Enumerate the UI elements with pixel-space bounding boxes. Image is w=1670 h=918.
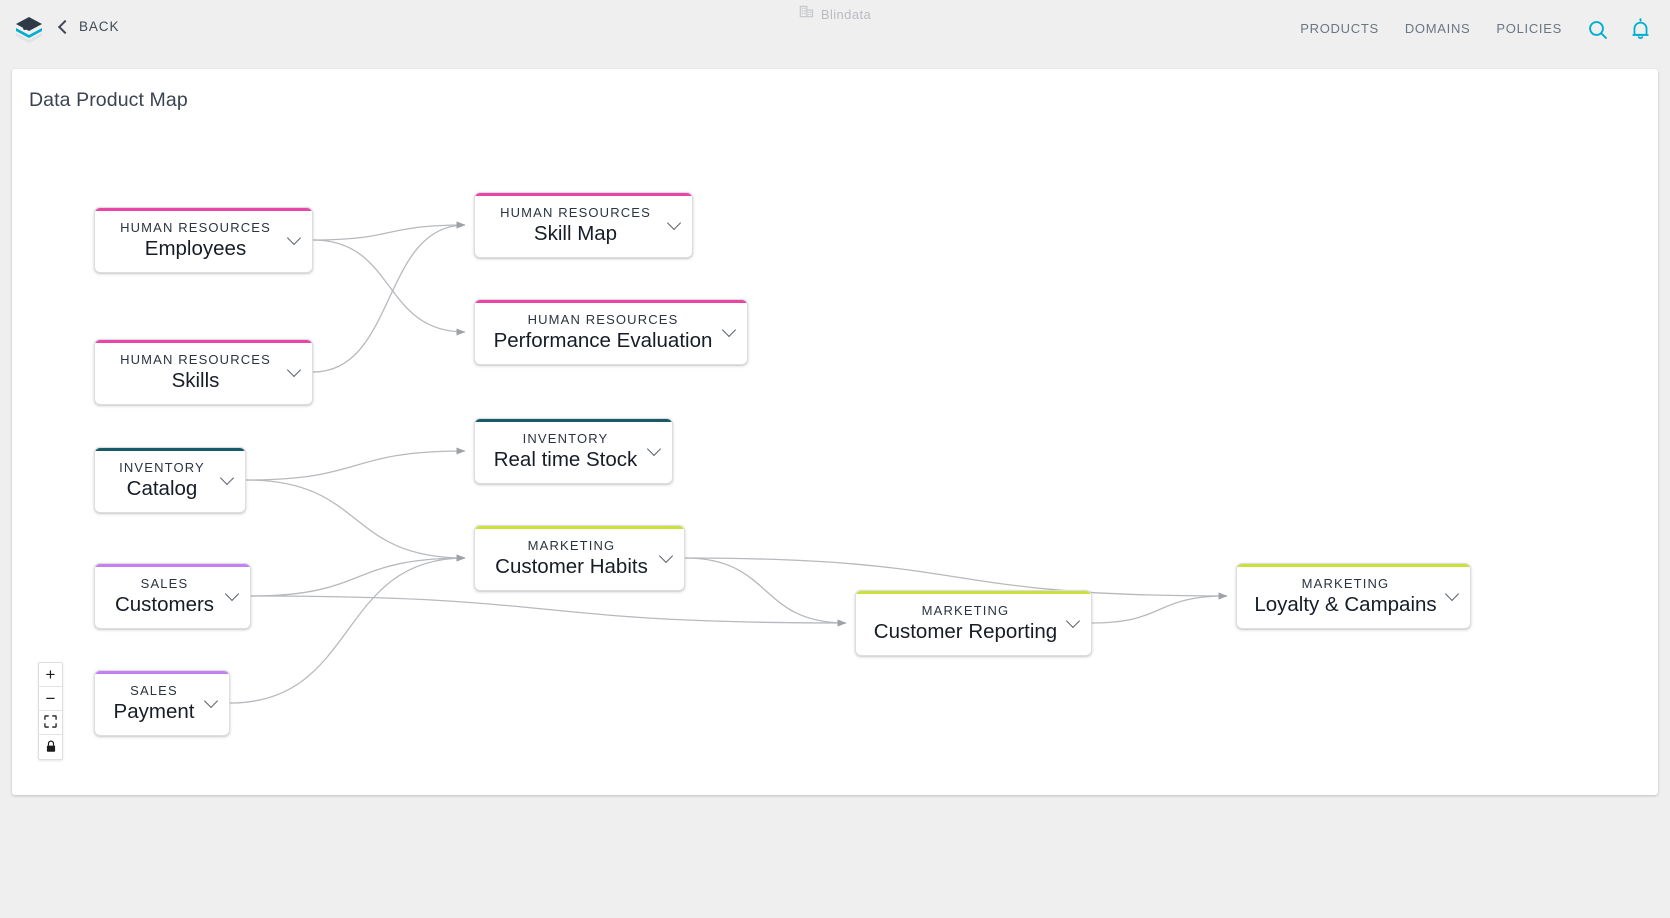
chevron-down-icon[interactable] — [669, 218, 681, 230]
main-nav: PRODUCTS DOMAINS POLICIES — [1300, 21, 1562, 36]
chevron-left-icon — [57, 19, 73, 35]
chevron-down-icon[interactable] — [649, 444, 661, 456]
graph-node-customers[interactable]: SALES Customers — [94, 563, 251, 629]
top-bar: BACK Blindata PRODUCTS DOMAINS POLICIES — [0, 0, 1670, 60]
notification-bell-icon[interactable] — [1628, 17, 1653, 42]
graph-edges — [229, 221, 1228, 704]
node-domain-label: HUMAN RESOURCES — [500, 204, 651, 220]
search-icon[interactable] — [1586, 18, 1610, 42]
zoom-out-button[interactable]: − — [39, 687, 62, 711]
chevron-down-icon[interactable] — [206, 696, 218, 708]
node-domain-label: MARKETING — [1301, 575, 1390, 591]
chevron-down-icon[interactable] — [1447, 589, 1459, 601]
building-icon — [799, 4, 814, 24]
blindata-logo-icon[interactable] — [13, 14, 45, 46]
graph-node-loyalty[interactable]: MARKETING Loyalty & Campains — [1236, 563, 1471, 629]
graph-edge — [250, 595, 847, 627]
graph-node-payment[interactable]: SALES Payment — [94, 670, 230, 736]
graph-edge — [1091, 592, 1228, 624]
tenant-indicator: Blindata — [799, 4, 871, 24]
chevron-down-icon[interactable] — [1068, 616, 1080, 628]
graph-edge — [312, 221, 466, 241]
node-domain-label: MARKETING — [921, 602, 1010, 618]
fit-screen-icon — [44, 714, 57, 731]
nav-item-products[interactable]: PRODUCTS — [1300, 21, 1379, 36]
chevron-down-icon[interactable] — [289, 233, 301, 245]
node-domain-label: HUMAN RESOURCES — [120, 219, 271, 235]
node-name-label: Skills — [171, 368, 220, 392]
node-name-label: Customer Habits — [495, 554, 648, 578]
graph-node-skillmap[interactable]: HUMAN RESOURCES Skill Map — [474, 192, 693, 258]
fit-view-button[interactable] — [39, 711, 62, 735]
nav-item-policies[interactable]: POLICIES — [1496, 21, 1562, 36]
node-domain-label: HUMAN RESOURCES — [120, 351, 271, 367]
graph-edge — [684, 557, 847, 627]
graph-node-realtime[interactable]: INVENTORY Real time Stock — [474, 418, 673, 484]
node-name-label: Loyalty & Campains — [1254, 592, 1437, 616]
graph-edge — [245, 447, 466, 481]
nav-item-domains[interactable]: DOMAINS — [1405, 21, 1471, 36]
graph-node-catalog[interactable]: INVENTORY Catalog — [94, 447, 246, 513]
graph-edge — [229, 554, 466, 704]
chevron-down-icon[interactable] — [661, 551, 673, 563]
graph-edge — [245, 479, 466, 562]
zoom-in-button[interactable]: + — [39, 663, 62, 687]
graph-edge — [312, 239, 466, 336]
node-domain-label: INVENTORY — [522, 430, 609, 446]
graph-edge — [312, 221, 466, 373]
data-product-map-panel: Data Product Map HUMAN RESOURCES Employee… — [12, 69, 1658, 795]
node-name-label: Skill Map — [533, 221, 618, 245]
node-name-label: Performance Evaluation — [493, 328, 713, 352]
back-button-label: BACK — [79, 19, 120, 34]
node-domain-label: MARKETING — [527, 537, 616, 553]
lock-toggle-button[interactable] — [39, 735, 62, 759]
chevron-down-icon[interactable] — [724, 325, 736, 337]
lock-icon — [45, 739, 57, 756]
graph-node-skills[interactable]: HUMAN RESOURCES Skills — [94, 339, 313, 405]
zoom-controls[interactable]: + − — [38, 662, 63, 760]
graph-edge — [250, 554, 466, 597]
graph-canvas[interactable]: HUMAN RESOURCES Employees HUMAN RESOURCES S… — [12, 69, 1658, 795]
node-name-label: Customer Reporting — [873, 619, 1058, 643]
node-name-label: Employees — [144, 236, 247, 260]
graph-node-reporting[interactable]: MARKETING Customer Reporting — [855, 590, 1092, 656]
node-name-label: Real time Stock — [493, 447, 638, 471]
chevron-down-icon[interactable] — [227, 589, 239, 601]
chevron-down-icon[interactable] — [289, 365, 301, 377]
tenant-name: Blindata — [820, 6, 872, 22]
graph-node-perfeval[interactable]: HUMAN RESOURCES Performance Evaluation — [474, 299, 748, 365]
back-button[interactable]: BACK — [57, 19, 120, 35]
chevron-down-icon[interactable] — [222, 473, 234, 485]
graph-node-employees[interactable]: HUMAN RESOURCES Employees — [94, 207, 313, 273]
graph-node-habits[interactable]: MARKETING Customer Habits — [474, 525, 685, 591]
node-domain-label: HUMAN RESOURCES — [527, 311, 679, 327]
